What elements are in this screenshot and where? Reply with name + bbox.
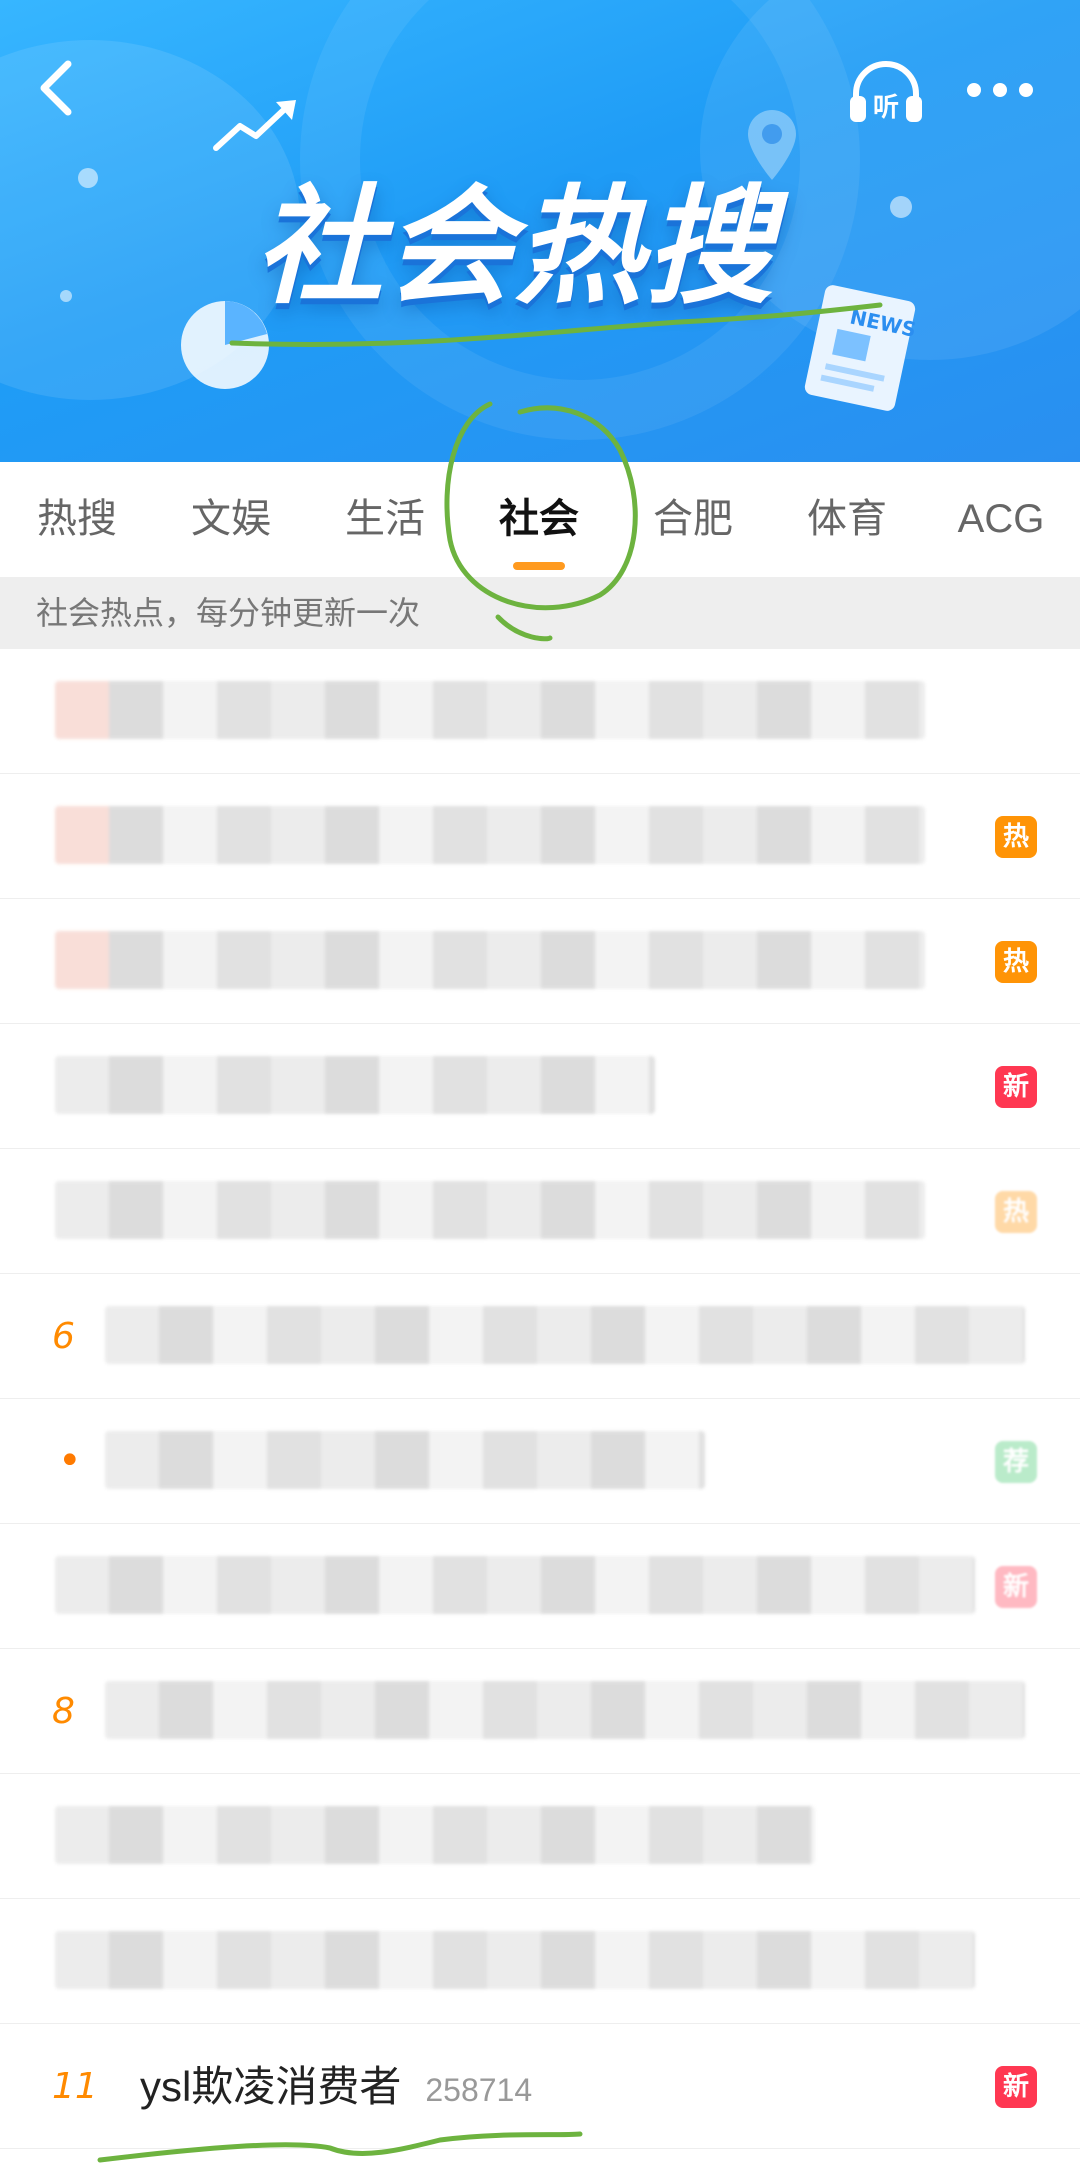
blurred-item-title — [105, 1431, 705, 1489]
list-item[interactable]: 新 — [0, 1024, 1080, 1149]
banner: 听 社会热搜 NEWS — [0, 0, 1080, 462]
list-item[interactable]: 新 — [0, 1524, 1080, 1649]
headphones-icon: 听 — [850, 61, 922, 123]
list-item[interactable]: 热 — [0, 774, 1080, 899]
bubble-decoration — [890, 196, 912, 218]
update-notice: 社会热点，每分钟更新一次 — [0, 577, 1080, 649]
back-button[interactable] — [28, 52, 88, 124]
tab-label: 社会 — [499, 497, 579, 541]
tab-label: ACG — [957, 497, 1045, 541]
tab-hot[interactable]: 热搜 — [0, 462, 154, 577]
tab-society[interactable]: 社会 — [462, 462, 616, 577]
trend-arrow-icon — [213, 100, 296, 151]
list-item[interactable] — [0, 649, 1080, 774]
banner-title: 社会热搜 — [255, 173, 776, 322]
more-dots-icon — [967, 83, 1033, 97]
active-tab-indicator — [513, 562, 565, 570]
rank-number: 8 — [52, 1691, 75, 1732]
recommend-badge: 荐 — [995, 1441, 1037, 1483]
hot-badge: 热 — [995, 816, 1037, 858]
blurred-item-title — [55, 1056, 655, 1114]
new-badge: 新 — [995, 1066, 1037, 1108]
blurred-item-title — [105, 1681, 1025, 1739]
list-item[interactable]: 6 — [0, 1274, 1080, 1399]
blurred-item-title — [55, 1556, 975, 1614]
tab-label: 合肥 — [653, 497, 733, 541]
rank-number: • — [58, 1438, 82, 1484]
new-badge: 新 — [995, 2066, 1037, 2108]
list-item[interactable] — [0, 1774, 1080, 1899]
blurred-item-title — [55, 681, 925, 739]
blurred-item-title — [105, 1306, 1025, 1364]
bubble-decoration — [78, 168, 98, 188]
tab-label: 体育 — [807, 497, 887, 541]
list-item[interactable]: 11 ysl欺凌消费者 258714 新 — [0, 2024, 1080, 2149]
heat-count: 258714 — [425, 2072, 533, 2108]
tab-life[interactable]: 生活 — [308, 462, 462, 577]
list-item[interactable]: 8 — [0, 1649, 1080, 1774]
newspaper-icon: NEWS — [804, 285, 918, 411]
bubble-decoration — [60, 290, 72, 302]
item-title-text: ysl欺凌消费者 — [140, 2063, 402, 2110]
hot-badge: 热 — [995, 1191, 1037, 1233]
list-item[interactable]: • 荐 — [0, 1399, 1080, 1524]
more-options-button[interactable] — [960, 70, 1040, 110]
chevron-left-icon — [40, 60, 72, 116]
hot-search-list: 热热新热 6 • 荐新 8 11 ysl欺凌消费者 258714 新 — [0, 649, 1080, 2149]
listen-button[interactable]: 听 — [846, 58, 926, 128]
blurred-item-title — [55, 806, 925, 864]
blurred-item-title — [55, 931, 925, 989]
tab-sports[interactable]: 体育 — [770, 462, 924, 577]
list-item[interactable]: 热 — [0, 1149, 1080, 1274]
list-item[interactable]: 热 — [0, 899, 1080, 1024]
tab-acg[interactable]: ACG — [924, 462, 1078, 577]
new-badge: 新 — [995, 1566, 1037, 1608]
tab-label: 生活 — [345, 497, 425, 541]
rank-number: 6 — [52, 1316, 75, 1357]
tab-label: 文娱 — [191, 497, 271, 541]
blurred-item-title — [55, 1806, 815, 1864]
list-item[interactable] — [0, 1899, 1080, 2024]
hot-badge: 热 — [995, 941, 1037, 983]
tab-hefei[interactable]: 合肥 — [616, 462, 770, 577]
blurred-item-title — [55, 1181, 925, 1239]
tab-entertainment[interactable]: 文娱 — [154, 462, 308, 577]
blurred-item-title — [55, 1931, 975, 1989]
category-tabs: 热搜 文娱 生活 社会 合肥 体育 ACG — [0, 462, 1080, 577]
rank-number: 11 — [52, 2066, 98, 2107]
item-title: ysl欺凌消费者 258714 — [140, 2024, 532, 2153]
tab-label: 热搜 — [37, 497, 117, 541]
listen-label: 听 — [873, 93, 899, 123]
